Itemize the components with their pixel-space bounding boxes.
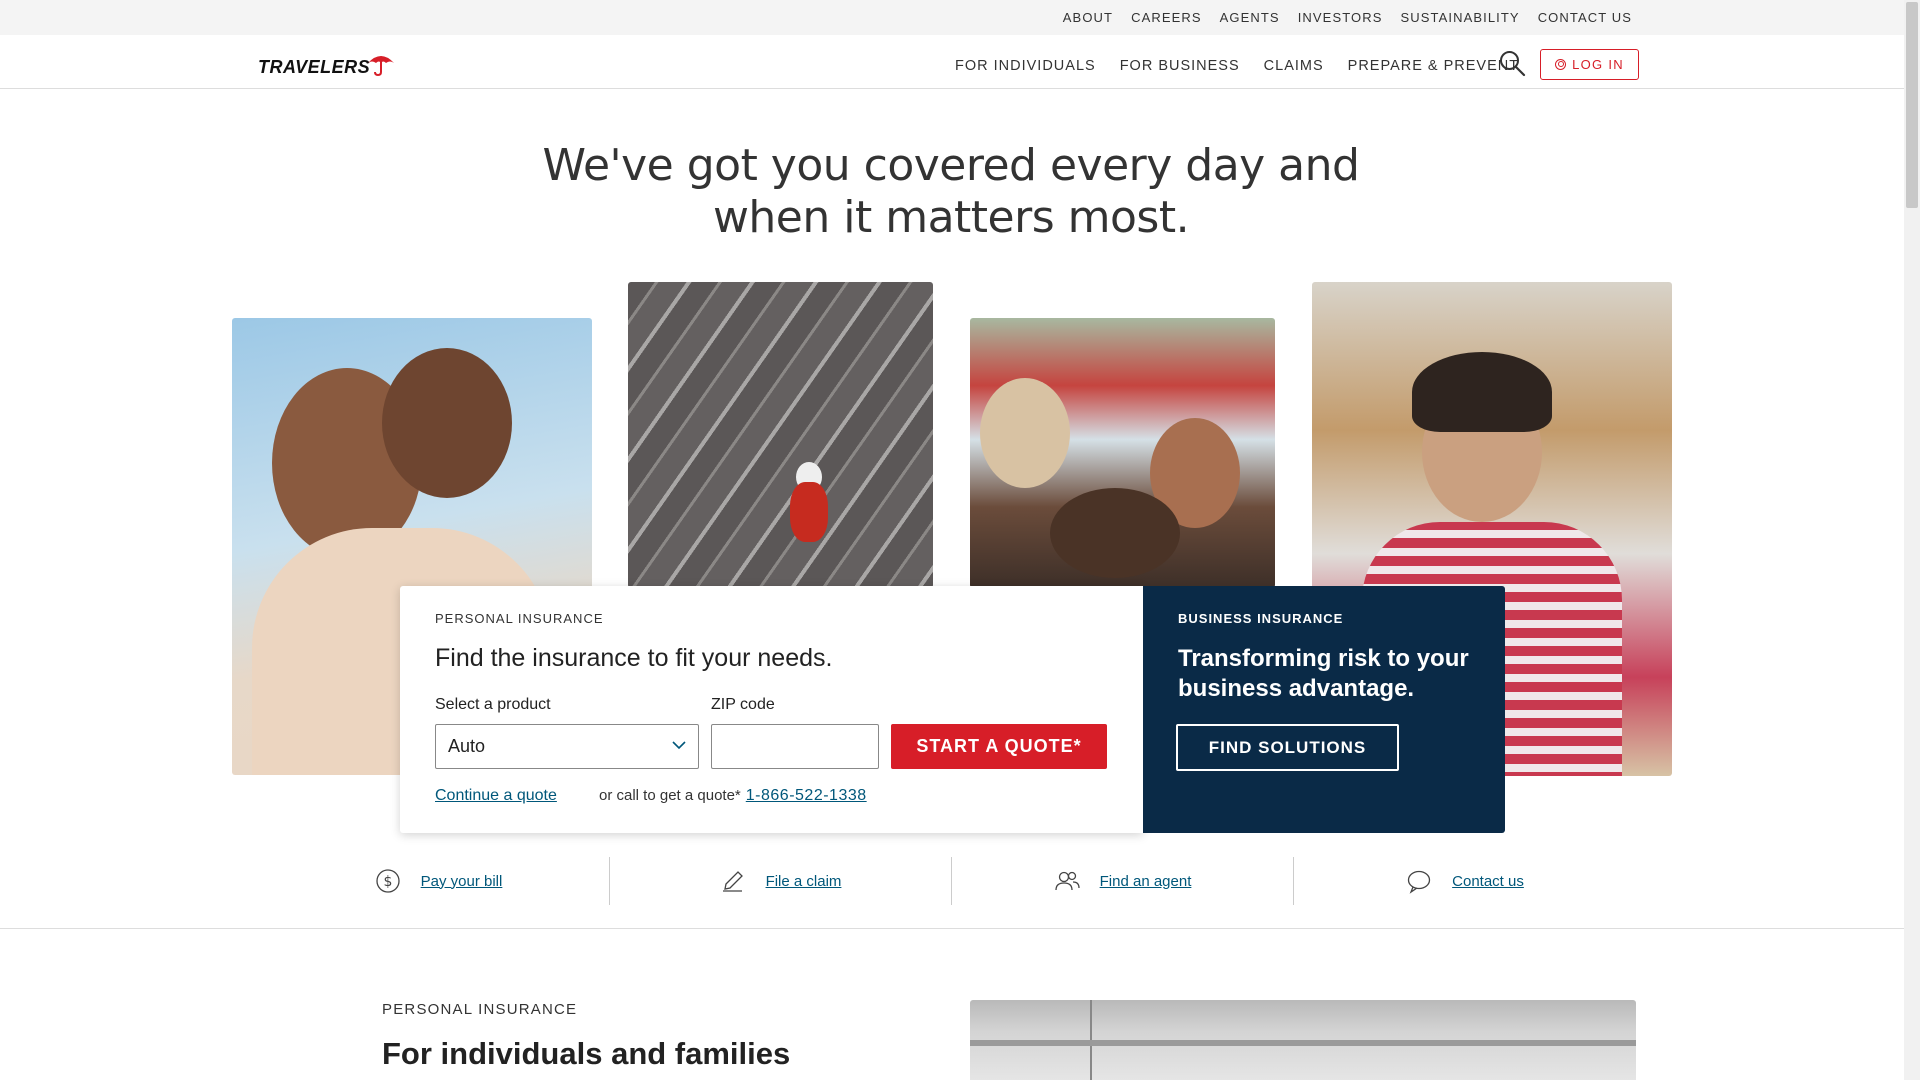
umbrella-icon xyxy=(368,56,395,76)
login-button[interactable]: LOG IN xyxy=(1540,49,1639,80)
product-label: Select a product xyxy=(435,696,551,713)
travelers-logo[interactable]: TRAVELERS xyxy=(258,52,396,78)
section-title: For individuals and families xyxy=(382,1036,791,1071)
primary-nav: FOR INDIVIDUALS FOR BUSINESS CLAIMS PREP… xyxy=(955,58,1543,74)
logo-text: TRAVELERS xyxy=(258,57,371,77)
quick-link-pay-bill[interactable]: $ Pay your bill xyxy=(268,857,610,905)
login-label: LOG IN xyxy=(1572,57,1624,72)
page-scrollbar[interactable] xyxy=(1904,0,1920,1080)
car-dog-photo xyxy=(970,318,1275,588)
people-icon xyxy=(1054,871,1080,891)
nav-for-business[interactable]: FOR BUSINESS xyxy=(1120,58,1240,74)
business-title: Transforming risk to your business advan… xyxy=(1178,645,1469,702)
business-eyebrow: BUSINESS INSURANCE xyxy=(1178,611,1344,626)
nav-for-individuals[interactable]: FOR INDIVIDUALS xyxy=(955,58,1096,74)
dollar-icon: $ xyxy=(375,869,400,893)
main-nav: TRAVELERS FOR INDIVIDUALS FOR BUSINESS C… xyxy=(0,35,1904,89)
call-text: or call to get a quote* 1-866-522-1338 xyxy=(599,787,867,805)
chat-icon xyxy=(1407,870,1431,894)
section-photo xyxy=(970,1000,1636,1080)
chevron-down-icon xyxy=(672,741,686,750)
hero-title: We've got you covered every day and when… xyxy=(542,140,1360,243)
nav-claims[interactable]: CLAIMS xyxy=(1264,58,1324,74)
zip-label: ZIP code xyxy=(711,696,775,713)
product-select[interactable]: Auto xyxy=(435,724,699,769)
user-icon xyxy=(1555,59,1567,70)
quick-link-file-claim[interactable]: File a claim xyxy=(610,857,952,905)
zip-input[interactable] xyxy=(711,724,879,769)
section-eyebrow: PERSONAL INSURANCE xyxy=(382,1001,578,1018)
search-icon[interactable] xyxy=(1498,49,1526,77)
pencil-icon xyxy=(722,871,743,892)
quick-link-label[interactable]: Pay your bill xyxy=(421,873,503,890)
utility-link-sustainability[interactable]: SUSTAINABILITY xyxy=(1401,10,1520,25)
quick-link-label[interactable]: Find an agent xyxy=(1100,873,1192,890)
quote-title: Find the insurance to fit your needs. xyxy=(435,644,833,672)
continue-quote-link[interactable]: Continue a quote xyxy=(435,787,557,805)
quick-links: $ Pay your bill File a claim Find an age… xyxy=(268,857,1636,905)
utility-link-investors[interactable]: INVESTORS xyxy=(1298,10,1383,25)
start-quote-button[interactable]: START A QUOTE* xyxy=(891,724,1107,769)
utility-nav: ABOUT CAREERS AGENTS INVESTORS SUSTAINAB… xyxy=(1045,10,1632,25)
svg-text:$: $ xyxy=(383,874,392,890)
quick-link-label[interactable]: Contact us xyxy=(1452,873,1524,890)
quick-link-label[interactable]: File a claim xyxy=(766,873,842,890)
quote-eyebrow: PERSONAL INSURANCE xyxy=(435,611,604,626)
quick-link-contact[interactable]: Contact us xyxy=(1294,857,1636,905)
personal-quote-card: PERSONAL INSURANCE Find the insurance to… xyxy=(400,586,1143,833)
utility-link-careers[interactable]: CAREERS xyxy=(1131,10,1202,25)
business-card: BUSINESS INSURANCE Transforming risk to … xyxy=(1143,586,1505,833)
quick-link-find-agent[interactable]: Find an agent xyxy=(952,857,1294,905)
find-solutions-button[interactable]: FIND SOLUTIONS xyxy=(1176,724,1399,771)
call-prompt: or call to get a quote* xyxy=(599,787,741,804)
utility-link-about[interactable]: ABOUT xyxy=(1063,10,1113,25)
nav-prepare-prevent[interactable]: PREPARE & PREVENT xyxy=(1348,58,1519,74)
utility-bar: ABOUT CAREERS AGENTS INVESTORS SUSTAINAB… xyxy=(0,0,1904,35)
utility-link-agents[interactable]: AGENTS xyxy=(1220,10,1280,25)
solar-panels-photo xyxy=(628,282,933,588)
phone-link[interactable]: 1-866-522-1338 xyxy=(746,787,867,804)
product-select-value: Auto xyxy=(448,736,486,756)
utility-link-contact-us[interactable]: CONTACT US xyxy=(1538,10,1632,25)
section-divider xyxy=(0,928,1904,929)
scrollbar-thumb[interactable] xyxy=(1906,2,1918,208)
